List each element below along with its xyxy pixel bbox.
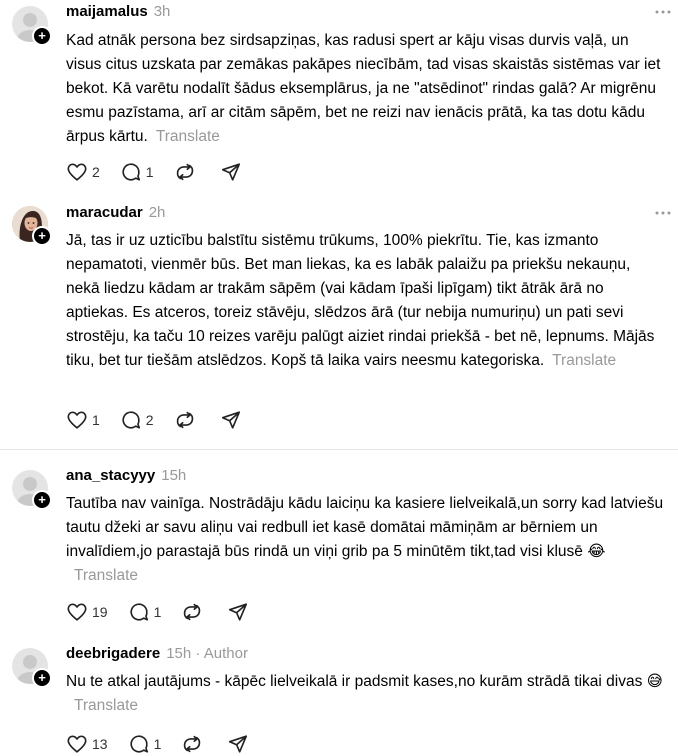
reply-count: 2	[145, 412, 154, 428]
repost-button[interactable]	[174, 409, 200, 431]
translate-link[interactable]: Translate	[156, 128, 220, 145]
repost-button[interactable]	[181, 733, 207, 755]
heart-icon	[67, 411, 87, 429]
share-button[interactable]	[220, 161, 242, 183]
more-options-icon[interactable]	[654, 2, 672, 22]
username[interactable]: maracudar	[66, 204, 143, 221]
post-body: Nu te atkal jautājums - kāpēc lielveikal…	[66, 670, 666, 718]
post-header: maijamalus 3h	[66, 2, 678, 22]
timestamp: 2h	[148, 204, 166, 221]
post-text: Tautība nav vainīga. Nostrādāju kādu lai…	[66, 495, 664, 560]
post-text: Nu te atkal jautājums - kāpēc lielveikal…	[66, 673, 663, 690]
post-header: deebrigadere 15h · Author	[66, 644, 678, 664]
timestamp: 3h	[153, 3, 171, 20]
reply-button[interactable]: 1	[128, 733, 162, 755]
like-count: 13	[92, 736, 108, 752]
comment-icon	[122, 411, 140, 429]
like-count: 1	[92, 412, 100, 428]
post-header: ana_stacyyy 15h	[66, 466, 678, 486]
share-button[interactable]	[227, 601, 249, 623]
username[interactable]: deebrigadere	[66, 645, 160, 662]
reply-button[interactable]: 1	[120, 161, 154, 183]
action-bar: 2 1	[66, 160, 262, 184]
like-count: 2	[92, 164, 100, 180]
username[interactable]: maijamalus	[66, 3, 148, 20]
repost-icon	[176, 163, 193, 181]
like-button[interactable]: 2	[66, 161, 100, 183]
repost-button[interactable]	[174, 161, 200, 183]
translate-link[interactable]: Translate	[552, 352, 616, 369]
follow-plus-icon[interactable]: +	[32, 668, 52, 688]
repost-icon	[184, 735, 201, 753]
like-button[interactable]: 13	[66, 733, 108, 755]
follow-plus-icon[interactable]: +	[32, 490, 52, 510]
reply-count: 1	[153, 736, 162, 752]
action-bar: 13 1	[66, 732, 269, 756]
repost-icon	[176, 411, 193, 429]
heart-icon	[67, 603, 87, 621]
send-icon	[221, 163, 240, 181]
send-icon	[229, 603, 248, 621]
heart-icon	[67, 735, 87, 753]
divider	[0, 449, 678, 450]
heart-icon	[67, 163, 87, 181]
post-body: Kad atnāk persona bez sirdsapziņas, kas …	[66, 29, 666, 149]
share-button[interactable]	[220, 409, 242, 431]
timestamp: 15h	[166, 645, 192, 662]
post-body: Jā, tas ir uz uzticību balstītu sistēmu …	[66, 229, 666, 373]
reply-button[interactable]: 1	[128, 601, 162, 623]
avatar[interactable]: +	[12, 6, 52, 46]
more-options-icon[interactable]	[654, 203, 672, 223]
translate-link[interactable]: Translate	[74, 697, 138, 714]
username[interactable]: ana_stacyyy	[66, 467, 155, 484]
reply-count: 1	[145, 164, 154, 180]
like-count: 19	[92, 604, 108, 620]
translate-link[interactable]: Translate	[74, 567, 138, 584]
post-text: Jā, tas ir uz uzticību balstītu sistēmu …	[66, 232, 655, 369]
repost-icon	[184, 603, 201, 621]
action-bar: 1 2	[66, 408, 262, 432]
avatar[interactable]: +	[12, 648, 52, 688]
post-body: Tautība nav vainīga. Nostrādāju kādu lai…	[66, 492, 666, 588]
repost-button[interactable]	[181, 601, 207, 623]
avatar[interactable]: +	[12, 206, 52, 246]
comment-icon	[130, 735, 148, 753]
timestamp: 15h	[161, 467, 187, 484]
author-tag: · Author	[195, 645, 248, 662]
send-icon	[229, 735, 248, 753]
like-button[interactable]: 19	[66, 601, 108, 623]
post-header: maracudar 2h	[66, 203, 678, 223]
comment-icon	[122, 163, 140, 181]
reply-count: 1	[153, 604, 162, 620]
share-button[interactable]	[227, 733, 249, 755]
follow-plus-icon[interactable]: +	[32, 226, 52, 246]
action-bar: 19 1	[66, 600, 269, 624]
reply-button[interactable]: 2	[120, 409, 154, 431]
avatar[interactable]: +	[12, 470, 52, 510]
comment-icon	[130, 603, 148, 621]
send-icon	[221, 411, 240, 429]
follow-plus-icon[interactable]: +	[32, 26, 52, 46]
like-button[interactable]: 1	[66, 409, 100, 431]
